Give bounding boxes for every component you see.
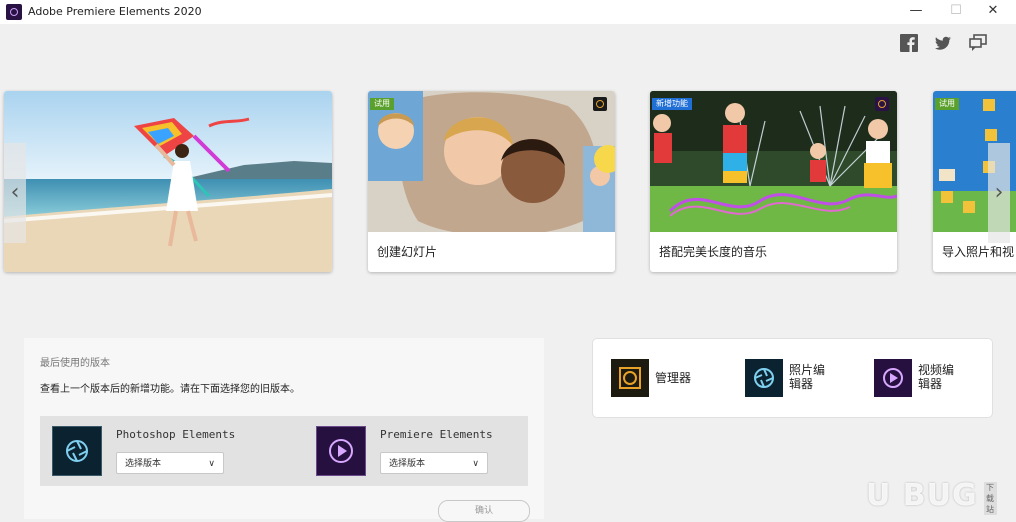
card-label: 创建幻灯片 <box>377 245 438 259</box>
slideshow-children-image <box>368 91 615 232</box>
video-editor-label-line2: 辑器 <box>918 377 943 391</box>
photo-editor-launch-button[interactable]: 照片编 辑器 <box>745 359 855 397</box>
trial-badge: 试用 <box>935 98 959 110</box>
carousel-next-button[interactable]: › <box>988 143 1010 243</box>
chevron-down-icon: ∨ <box>472 459 479 469</box>
watermark-text: U BUG <box>866 478 978 513</box>
twitter-icon[interactable] <box>934 34 952 52</box>
trial-badge: 试用 <box>370 98 394 110</box>
premiere-elements-app-icon <box>6 4 22 20</box>
photoshop-elements-mark-icon <box>593 97 607 111</box>
minimize-button[interactable]: — <box>906 2 926 20</box>
app-launcher-panel: 管理器 照片编 辑器 视频编 辑器 <box>592 338 993 418</box>
maximize-button[interactable]: ☐ <box>946 2 966 20</box>
recent-versions-title: 最后使用的版本 <box>40 358 110 369</box>
video-editor-icon <box>874 359 912 397</box>
photoshop-elements-label: Photoshop Elements <box>116 428 236 441</box>
facebook-icon[interactable] <box>900 34 918 52</box>
close-button[interactable]: ✕ <box>983 2 1003 20</box>
kids-sprinkler-image <box>650 91 897 232</box>
card-label: 导入照片和视 <box>942 245 1015 259</box>
photoshop-elements-icon <box>52 426 102 476</box>
watermark-tag: 下载站 <box>984 482 997 515</box>
select-value: 选择版本 <box>125 459 162 469</box>
carousel-card-music[interactable]: 新增功能 搭配完美长度的音乐 <box>650 91 897 272</box>
select-value: 选择版本 <box>389 459 426 469</box>
organizer-icon <box>611 359 649 397</box>
new-feature-badge: 新增功能 <box>652 98 692 110</box>
community-icon[interactable] <box>969 34 987 52</box>
previous-versions-box: Photoshop Elements 选择版本 ∨ Premiere Eleme… <box>40 416 528 486</box>
photoshop-version-select[interactable]: 选择版本 ∨ <box>116 452 224 474</box>
video-editor-label-line1: 视频编 <box>918 363 955 377</box>
beach-kite-image <box>4 91 332 272</box>
photo-editor-label-line2: 辑器 <box>789 377 814 391</box>
window-title: Adobe Premiere Elements 2020 <box>28 5 202 18</box>
carousel-card-slideshow[interactable]: 试用 创建幻灯片 <box>368 91 615 272</box>
premiere-elements-label: Premiere Elements <box>380 428 493 441</box>
carousel-card-featured[interactable] <box>4 91 332 272</box>
card-label: 搭配完美长度的音乐 <box>659 245 768 259</box>
video-editor-launch-button[interactable]: 视频编 辑器 <box>874 359 984 397</box>
organizer-label: 管理器 <box>655 371 692 385</box>
photo-editor-icon <box>745 359 783 397</box>
site-watermark: U BUG 下载站 <box>866 478 997 515</box>
chevron-down-icon: ∨ <box>208 459 215 469</box>
title-bar: Adobe Premiere Elements 2020 — ☐ ✕ <box>0 0 1016 24</box>
premiere-elements-icon <box>316 426 366 476</box>
carousel-prev-button[interactable]: ‹ <box>4 143 26 243</box>
premiere-elements-mark-icon <box>875 97 889 111</box>
recent-versions-panel: 最后使用的版本 查看上一个版本后的新增功能。请在下面选择您的旧版本。 Photo… <box>24 338 544 522</box>
photo-editor-label-line1: 照片编 <box>789 363 826 377</box>
recent-versions-description: 查看上一个版本后的新增功能。请在下面选择您的旧版本。 <box>40 384 300 395</box>
organizer-launch-button[interactable]: 管理器 <box>611 359 721 397</box>
premiere-version-select[interactable]: 选择版本 ∨ <box>380 452 488 474</box>
